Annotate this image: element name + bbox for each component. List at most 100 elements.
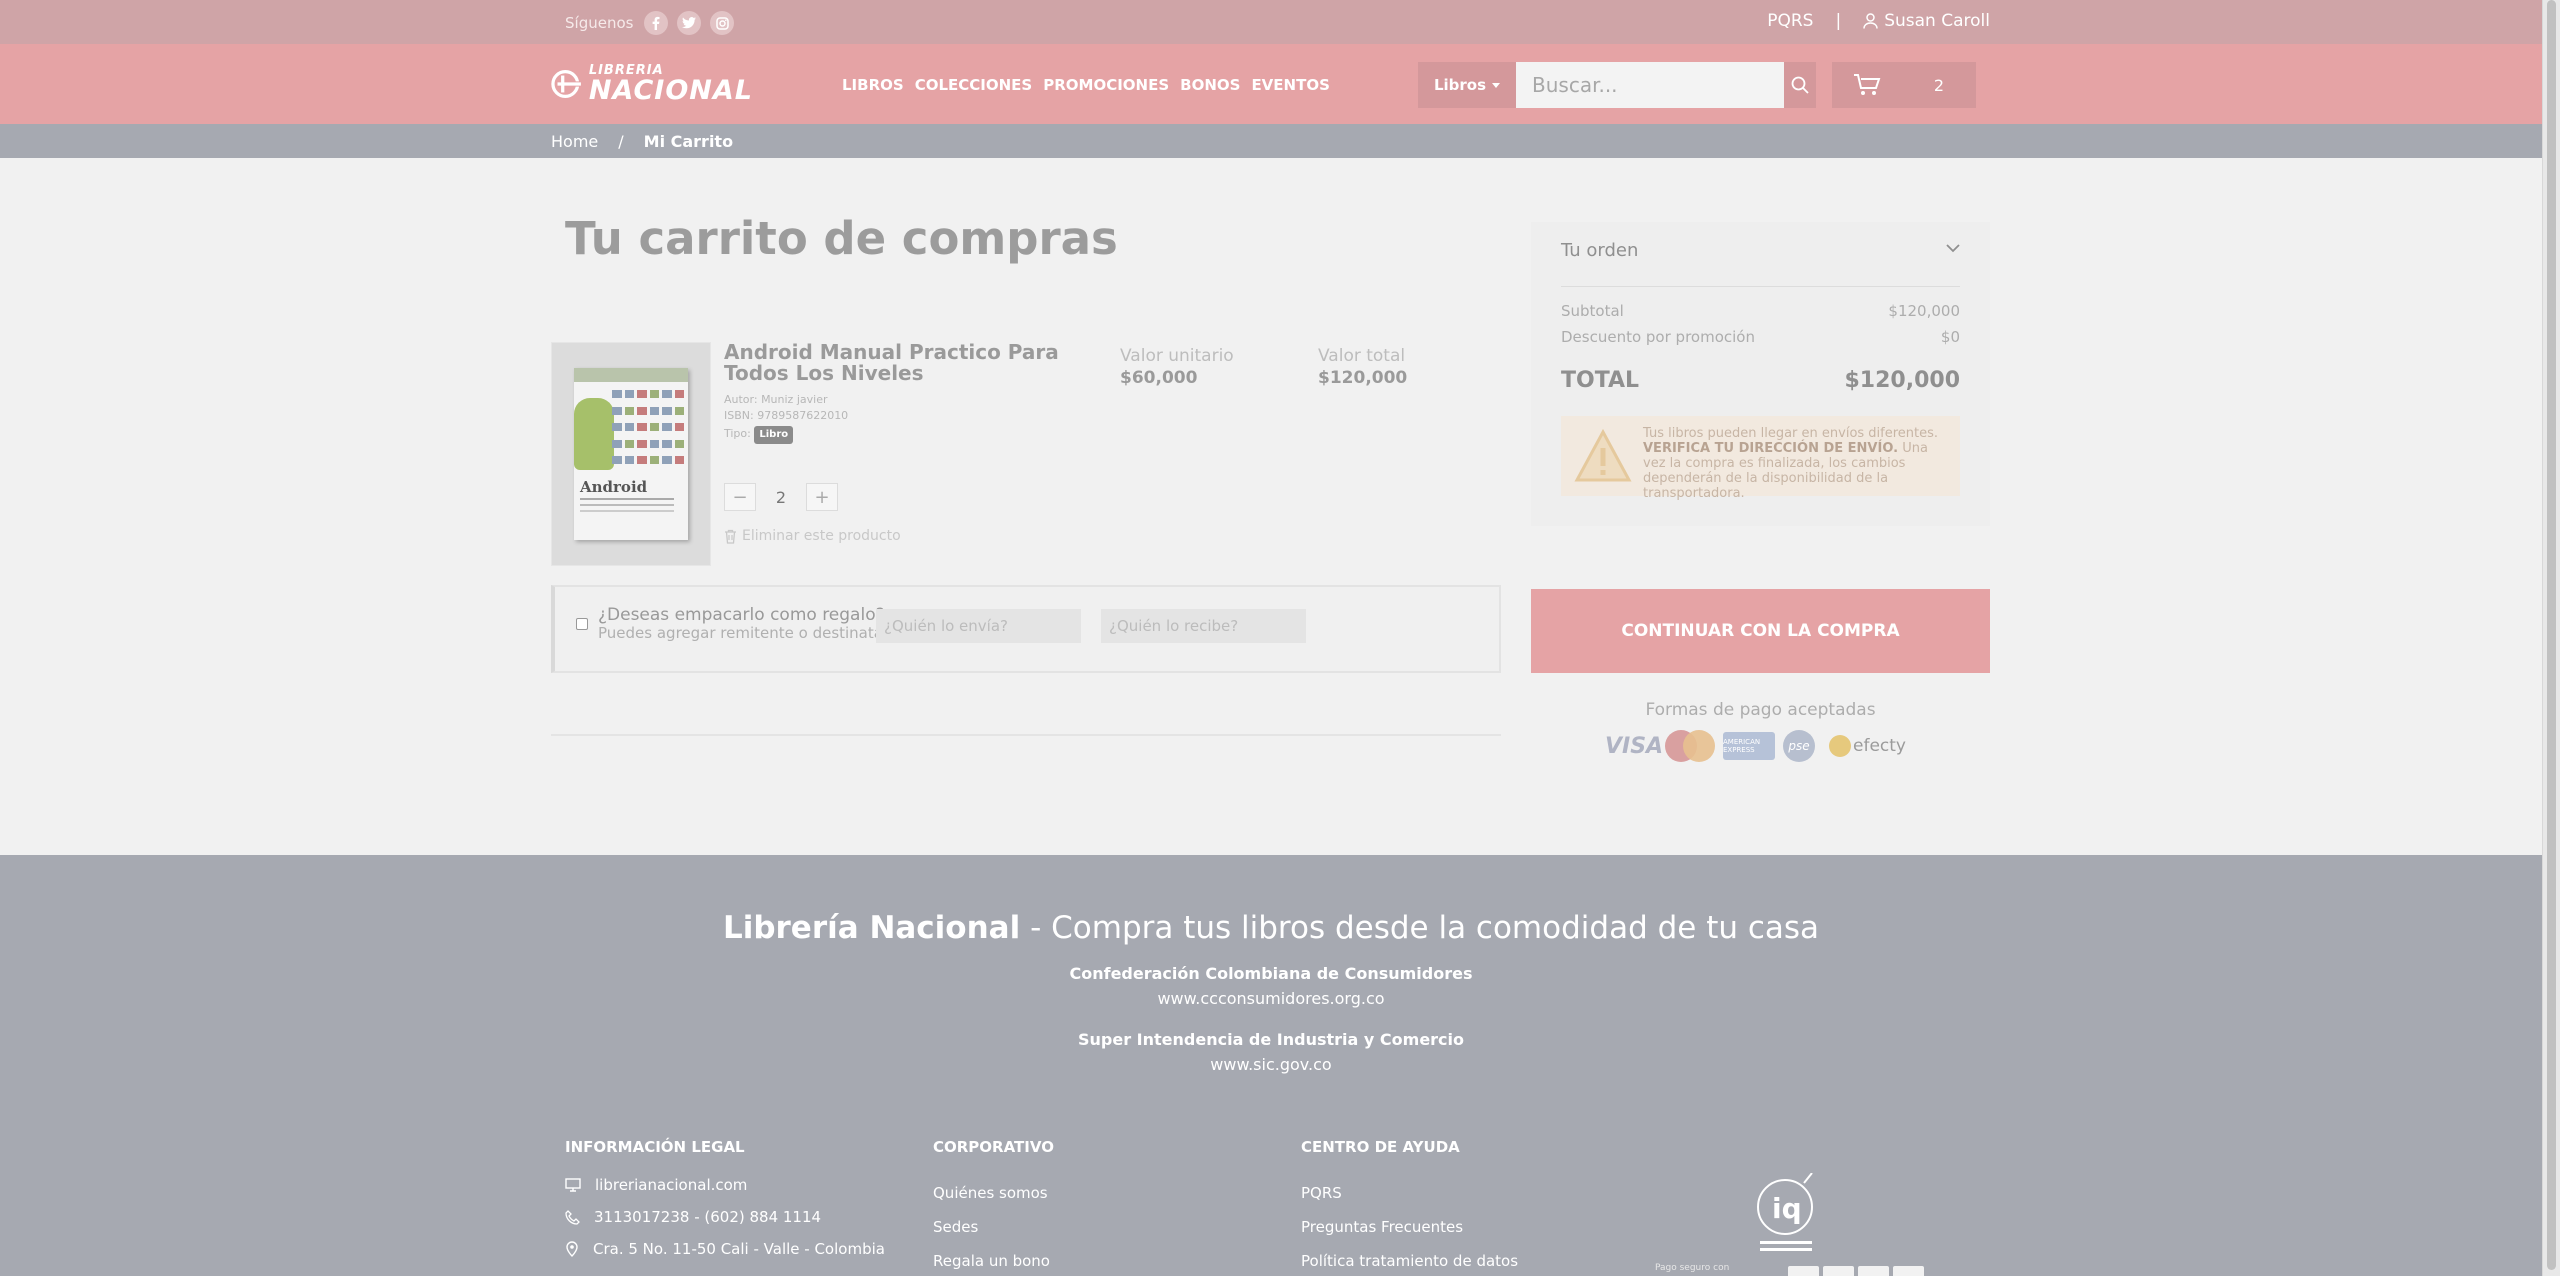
nav-eventos[interactable]: EVENTOS — [1251, 76, 1329, 94]
help-link-privacy[interactable]: Política tratamiento de datos — [1301, 1252, 1518, 1270]
payment-logos: VISA AMERICAN EXPRESS pse efecty — [1605, 730, 1906, 762]
search-bar: Libros — [1418, 62, 1816, 108]
footer-card-logo-1 — [1788, 1266, 1819, 1276]
book-cover-title: Android — [580, 478, 648, 496]
product-meta: Autor: Muniz javier ISBN: 9789587622010 … — [724, 392, 848, 444]
increase-quantity-button[interactable]: + — [806, 483, 838, 511]
legal-address-text: Cra. 5 No. 11-50 Cali - Valle - Colombia — [593, 1240, 885, 1258]
footer-legal-column: INFORMACIÓN LEGAL librerianacional.com 3… — [565, 1138, 885, 1272]
legal-website[interactable]: librerianacional.com — [565, 1176, 885, 1194]
svg-text:iq: iq — [1772, 1192, 1802, 1225]
quantity-stepper: − 2 + — [724, 483, 838, 511]
discount-label: Descuento por promoción — [1561, 328, 1755, 346]
gift-wrap-checkbox[interactable] — [576, 618, 588, 630]
book-cover-band — [574, 368, 688, 382]
nav-bonos[interactable]: BONOS — [1180, 76, 1240, 94]
efecty-label: efecty — [1853, 736, 1906, 756]
org1-url[interactable]: www.ccconsumidores.org.co — [0, 989, 2542, 1008]
pse-logo: pse — [1783, 730, 1815, 762]
site-logo[interactable]: LIBRERIA NACIONAL — [551, 62, 753, 106]
product-image[interactable]: Android — [551, 342, 711, 566]
legal-address: Cra. 5 No. 11-50 Cali - Valle - Colombia — [565, 1240, 885, 1258]
page-title: Tu carrito de compras — [565, 212, 1118, 265]
caret-down-icon — [1492, 82, 1501, 88]
total-price-label: Valor total — [1318, 346, 1406, 366]
twitter-icon[interactable] — [677, 11, 702, 35]
breadcrumb-current: Mi Carrito — [643, 132, 734, 151]
order-summary-divider — [1561, 286, 1960, 287]
quantity-value[interactable]: 2 — [756, 488, 806, 507]
cart-icon — [1832, 73, 1902, 97]
nav-promociones[interactable]: PROMOCIONES — [1043, 76, 1169, 94]
scrollbar-thumb[interactable] — [2547, 0, 2556, 1270]
user-icon — [1863, 13, 1878, 29]
decrease-quantity-button[interactable]: − — [724, 483, 756, 511]
cart-divider — [551, 734, 1501, 736]
legal-phone[interactable]: 3113017238 - (602) 884 1114 — [565, 1208, 885, 1226]
product-isbn: ISBN: 9789587622010 — [724, 409, 849, 422]
continue-checkout-button[interactable]: CONTINUAR CON LA COMPRA — [1531, 589, 1990, 673]
main-header: LIBRERIA NACIONAL LIBROS COLECCIONES PRO… — [0, 44, 2542, 124]
user-menu[interactable]: Susan Caroll — [1863, 11, 1990, 31]
remove-product-button[interactable]: Eliminar este producto — [724, 528, 901, 544]
location-pin-icon — [566, 1241, 578, 1257]
logo-mark-icon — [551, 70, 583, 98]
search-icon — [1791, 76, 1809, 94]
product-name[interactable]: Android Manual Practico Para Todos Los N… — [724, 342, 1084, 384]
cart-count: 2 — [1933, 75, 1945, 95]
product-type-badge: Libro — [754, 426, 794, 444]
gift-sender-input[interactable] — [876, 609, 1081, 643]
shipping-notice: Tus libros pueden llegar en envíos difer… — [1561, 416, 1960, 501]
pqrs-link[interactable]: PQRS — [1767, 11, 1813, 31]
social-links: Síguenos — [565, 11, 735, 35]
footer-card-logo-3 — [1858, 1266, 1889, 1276]
gift-receiver-input[interactable] — [1101, 609, 1306, 643]
notice-bold: VERIFICA TU DIRECCIÓN DE ENVÍO. — [1643, 441, 1899, 456]
total-value: $120,000 — [1844, 368, 1960, 393]
help-link-faq[interactable]: Preguntas Frecuentes — [1301, 1218, 1518, 1236]
unit-price-value: $60,000 — [1120, 368, 1198, 388]
monitor-icon — [565, 1178, 581, 1192]
search-category-label: Libros — [1433, 76, 1487, 94]
payment-methods-title: Formas de pago aceptadas — [1645, 700, 1876, 720]
footer-brand: Librería Nacional — [722, 910, 1021, 946]
cart-button[interactable]: 2 — [1832, 62, 1976, 108]
total-label: TOTAL — [1561, 368, 1640, 393]
corporate-link-about[interactable]: Quiénes somos — [933, 1184, 1054, 1202]
footer-tagline: - Compra tus libros desde la comodidad d… — [1020, 910, 1820, 946]
help-link-pqrs[interactable]: PQRS — [1301, 1184, 1518, 1202]
breadcrumb-bar: Home / Mi Carrito — [0, 124, 2542, 158]
product-type-label: Tipo: — [724, 427, 751, 440]
notice-intro: Tus libros pueden llegar en envíos difer… — [1643, 426, 1939, 441]
breadcrumb-home[interactable]: Home — [551, 132, 598, 151]
footer-help-column: CENTRO DE AYUDA PQRS Preguntas Frecuente… — [1301, 1138, 1518, 1276]
footer-card-logos — [1788, 1266, 1924, 1276]
nav-libros[interactable]: LIBROS — [842, 76, 904, 94]
corporate-link-stores[interactable]: Sedes — [933, 1218, 1054, 1236]
chevron-down-icon[interactable] — [1946, 244, 1960, 253]
facebook-icon[interactable] — [644, 11, 669, 35]
order-summary-title[interactable]: Tu orden — [1561, 240, 1638, 261]
search-button[interactable] — [1784, 62, 1816, 108]
gift-wrap-question: ¿Deseas empacarlo como regalo? — [598, 605, 885, 625]
superintendencia: Super Intendencia de Industria y Comerci… — [0, 1030, 2542, 1074]
search-input[interactable] — [1516, 62, 1784, 108]
mastercard-logo — [1665, 730, 1715, 762]
secure-payment-label: Pago seguro con — [1655, 1263, 1730, 1273]
footer-card-logo-4 — [1893, 1266, 1924, 1276]
corporate-link-gift-card[interactable]: Regala un bono — [933, 1252, 1054, 1270]
iq-certification-badge-icon: iq — [1757, 1173, 1813, 1251]
instagram-icon[interactable] — [710, 11, 735, 35]
total-row: TOTAL $120,000 — [1561, 368, 1960, 393]
search-category-dropdown[interactable]: Libros — [1418, 62, 1516, 108]
corporate-heading: CORPORATIVO — [933, 1138, 1054, 1156]
logo-line-2: NACIONAL — [588, 75, 753, 106]
amex-logo: AMERICAN EXPRESS — [1723, 732, 1775, 760]
consumer-confederation: Confederación Colombiana de Consumidores… — [0, 964, 2542, 1008]
product-author: Autor: Muniz javier — [724, 393, 828, 406]
nav-colecciones[interactable]: COLECCIONES — [915, 76, 1033, 94]
page-scrollbar[interactable] — [2542, 0, 2560, 1276]
legal-heading: INFORMACIÓN LEGAL — [565, 1138, 745, 1156]
book-cover: Android — [574, 368, 688, 540]
org2-url[interactable]: www.sic.gov.co — [0, 1055, 2542, 1074]
